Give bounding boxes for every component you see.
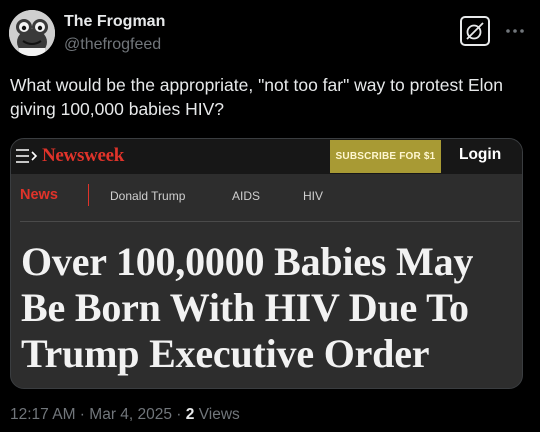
tweet-time[interactable]: 12:17 AM <box>10 406 76 423</box>
newsweek-nav: News Donald Trump AIDS HIV <box>11 174 522 220</box>
grok-icon <box>466 22 484 40</box>
views-label: Views <box>194 406 240 423</box>
subscribe-button[interactable]: SUBSCRIBE FOR $1 <box>330 140 441 173</box>
embedded-image-card[interactable]: Newsweek SUBSCRIBE FOR $1 Login News Don… <box>10 138 523 389</box>
more-options-button[interactable] <box>502 16 528 46</box>
frog-avatar-icon <box>9 10 55 56</box>
tweet-text: What would be the appropriate, "not too … <box>10 75 503 119</box>
tweet-meta: 12:17 AM · Mar 4, 2025 · 2 Views <box>10 406 240 424</box>
newsweek-logo[interactable]: Newsweek <box>42 145 124 167</box>
grok-button[interactable] <box>460 16 490 46</box>
avatar[interactable] <box>9 10 55 56</box>
nav-item-hiv[interactable]: HIV <box>303 189 323 203</box>
newsweek-topbar: Newsweek SUBSCRIBE FOR $1 Login <box>11 139 522 174</box>
tweet-page: The Frogman @thefrogfeed What would be t… <box>0 0 540 432</box>
tweet-date[interactable]: Mar 4, 2025 <box>89 406 172 423</box>
nav-divider <box>88 184 89 206</box>
menu-icon[interactable] <box>16 148 38 164</box>
nav-section-news[interactable]: News <box>20 187 58 203</box>
author-display-name[interactable]: The Frogman <box>64 13 165 31</box>
author-handle[interactable]: @thefrogfeed <box>64 36 161 54</box>
article-headline: Over 100,0000 Babies May Be Born With HI… <box>21 239 474 376</box>
nav-item-donald-trump[interactable]: Donald Trump <box>110 189 185 203</box>
nav-rule <box>20 221 520 222</box>
more-horizontal-icon <box>506 29 524 33</box>
meta-separator: · <box>172 406 186 423</box>
nav-item-aids[interactable]: AIDS <box>232 189 260 203</box>
meta-separator: · <box>75 406 90 423</box>
login-button[interactable]: Login <box>459 146 501 164</box>
